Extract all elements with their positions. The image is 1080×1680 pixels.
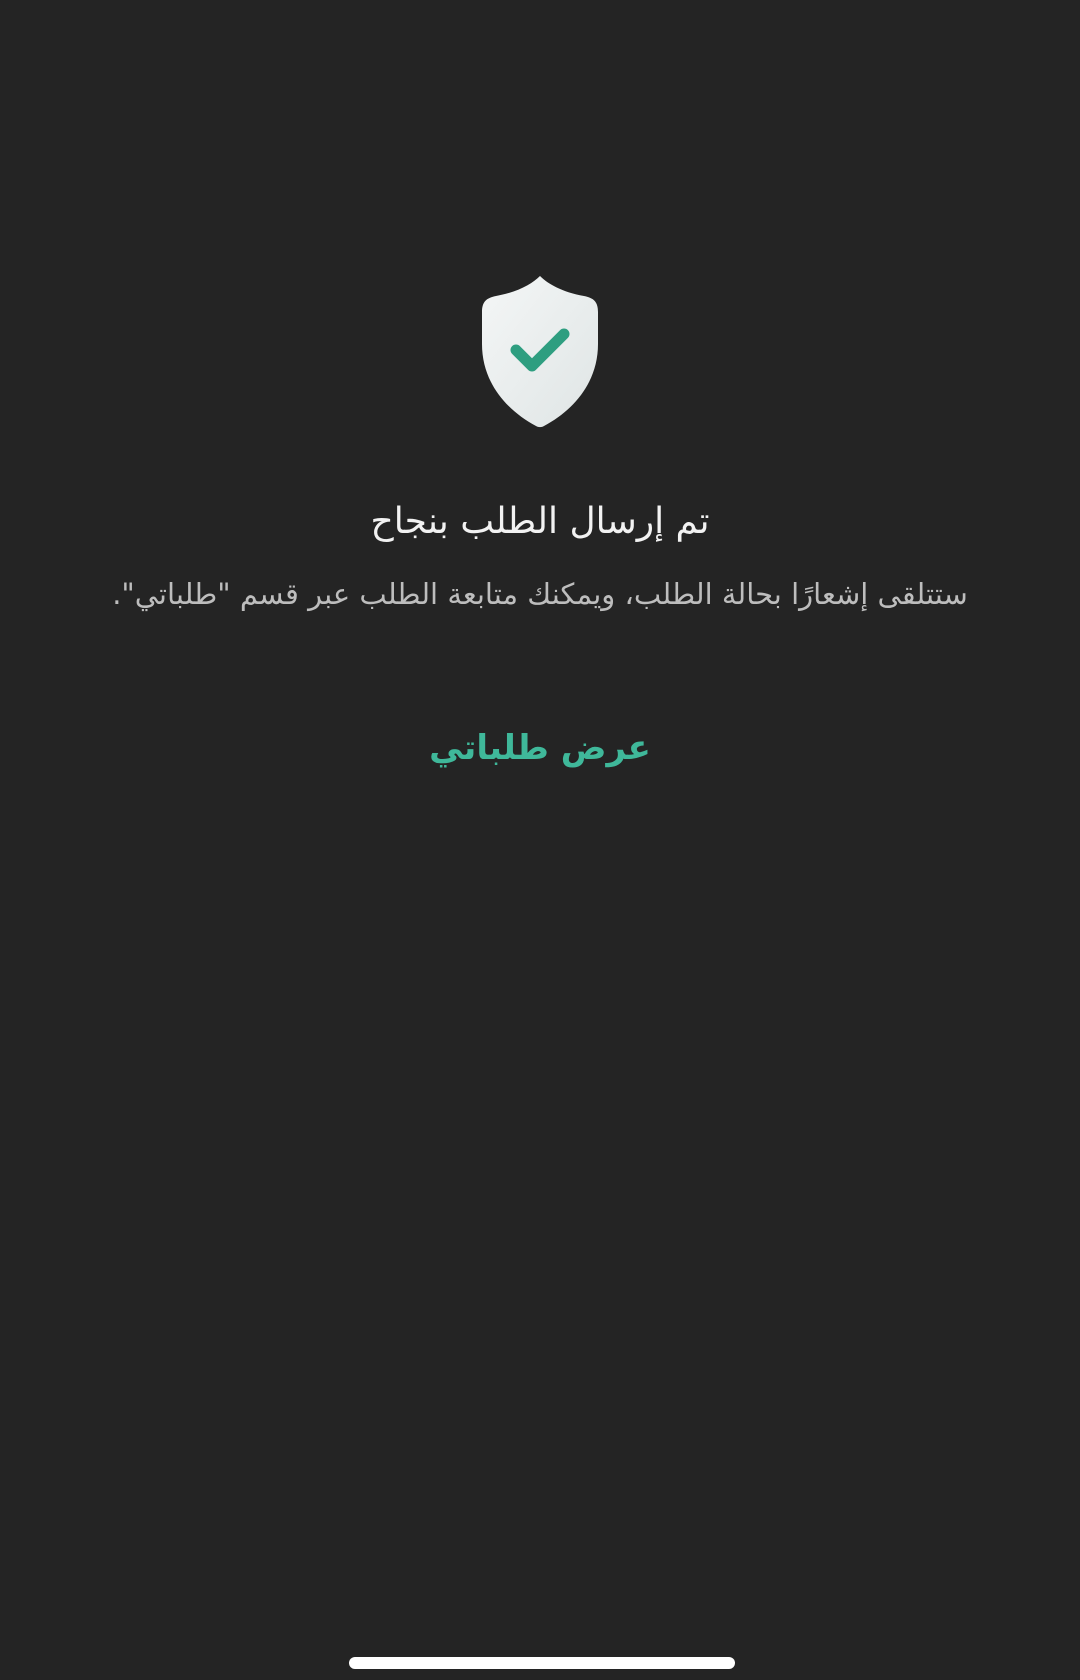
order-success-screen: تم إرسال الطلب بنجاح ستتلقى إشعارًا بحال… [0, 0, 1080, 1680]
success-title: تم إرسال الطلب بنجاح [370, 501, 710, 542]
success-illustration [0, 272, 1080, 430]
view-my-orders-button[interactable]: عرض طلباتي [390, 722, 690, 774]
home-indicator[interactable] [349, 1657, 735, 1669]
shield-check-icon [482, 276, 598, 428]
success-message: ستتلقى إشعارًا بحالة الطلب، ويمكنك متابع… [112, 577, 968, 611]
